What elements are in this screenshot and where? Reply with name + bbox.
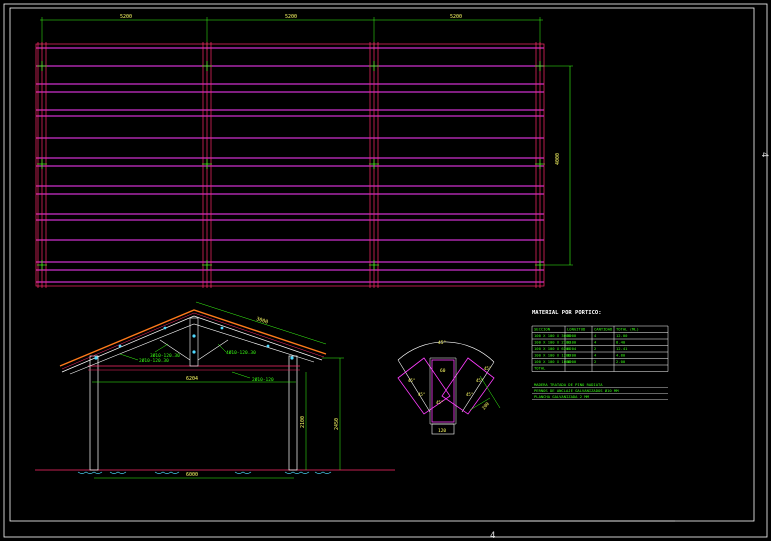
plan-dim-top-1: 5200 (120, 14, 132, 20)
joint-label-a5: 45° (436, 400, 443, 405)
table-cell: 100 X 100 X 3000 (534, 333, 571, 338)
roof-covering (59, 309, 327, 367)
table-cell: 2 (594, 346, 596, 351)
strut-right (197, 339, 229, 361)
rafter-outer (61, 315, 323, 373)
table-header-cell: CANTIDAD (594, 327, 613, 332)
joint-label-a2: 45° (418, 392, 425, 397)
table-cell: 100 X 100 X 1000 (534, 359, 571, 364)
post-right (288, 355, 298, 471)
table-cell: 2100 (567, 340, 577, 345)
rafter-dim: 3000 (255, 316, 268, 325)
table-cell: 4 (594, 353, 597, 358)
tie-dim: 6204 (186, 376, 198, 382)
plan-boundary (35, 43, 545, 287)
table-cell: 2 (594, 359, 596, 364)
plan-dim-right: 4000 (555, 153, 561, 165)
material-notes: MADERA TRATADA DE PINO RADIATAPERNOS DE … (532, 382, 668, 400)
height-dim: 2450 (334, 418, 340, 430)
plan-dim-top-3: 5200 (450, 14, 462, 20)
table-header-cell: TOTAL (ML) (616, 327, 639, 332)
joint-label-a4: 45° (466, 392, 473, 397)
joint-label-a6: 45° (484, 366, 491, 371)
elevation-label-2: 3Ø10-120.30 (150, 352, 180, 359)
material-note: MADERA TRATADA DE PINO RADIATA (534, 382, 603, 387)
material-table: MATERIAL POR PORTICO: SECCION LONGITUD CAN… (531, 310, 669, 400)
joint-plate (429, 357, 457, 425)
table-cell: 3000 (567, 333, 577, 338)
table-cell: 12.00 (616, 333, 628, 338)
plan-beams (37, 42, 545, 288)
plan-dim-top-2: 5200 (285, 14, 297, 20)
post-left (89, 355, 99, 471)
table-header-cell: SECCION (534, 327, 551, 332)
plan-purlins (36, 47, 544, 283)
table-cell: 12.41 (616, 346, 628, 351)
joint-label-a3: 45° (476, 378, 483, 383)
connection-bolts (94, 326, 294, 360)
material-cells: SECCION LONGITUD CANTIDAD TOTAL (ML) 100 X 1… (534, 327, 639, 371)
table-cell: 4 (594, 340, 597, 345)
material-title: MATERIAL POR PORTICO: (532, 310, 602, 316)
table-cell: 2.00 (616, 359, 626, 364)
table-cell: 100 X 100 X 6204 (534, 346, 571, 351)
elevation-label-3: 4Ø10-120.30 (226, 349, 256, 356)
cad-drawing-sheet: 4 4 5200 5200 5200 4000 3000 6204 2450 2… (3, 3, 769, 541)
joint-left-member (397, 357, 451, 415)
sheet-inner-frame (9, 7, 755, 522)
joint-label-angle-top: 45° (438, 340, 446, 346)
corner-mark-right: 4 (759, 152, 769, 157)
ground-hatch (77, 471, 332, 474)
leader-line (231, 371, 251, 379)
base-dim: 6000 (186, 472, 198, 478)
table-cell: 1200 (567, 353, 577, 358)
leader-line (119, 353, 139, 361)
table-cell: 4.80 (616, 353, 626, 358)
table-cell: TOTAL (534, 366, 546, 371)
table-cell: 4 (594, 333, 597, 338)
post-dim: 2100 (300, 416, 306, 428)
table-cell: 6204 (567, 346, 577, 351)
joint-label-60: 60 (440, 368, 446, 374)
table-cell: 8.40 (616, 340, 626, 345)
table-cell: 100 X 100 X 2100 (534, 340, 571, 345)
elevation-label-4: 2Ø10-120 (252, 376, 274, 383)
portico-elevation-view: 3000 6204 2450 2100 6000 2Ø10-120.30 3Ø1… (35, 301, 395, 479)
corner-mark-bottom: 4 (490, 531, 495, 541)
material-note: PERNOS DE ANCLAJE GALVANIZADOS Ø10 MM (534, 388, 619, 393)
table-cell: 100 X 100 X 1200 (534, 353, 571, 358)
roof-covering-line (61, 312, 325, 370)
joint-label-120: 120 (438, 428, 446, 434)
table-cell: 1000 (567, 359, 577, 364)
rafter-inner (69, 323, 315, 375)
leader-line (217, 343, 227, 353)
ridge-joint-detail: 45° 60 200 120 45° 45° 45° 45° 45° 45° (397, 340, 501, 435)
leader-line (154, 343, 169, 353)
roof-plan-view: 5200 5200 5200 4000 (35, 14, 573, 288)
joint-radius (397, 359, 431, 413)
table-header-cell: LONGITUD (567, 327, 586, 332)
joint-label-a1: 45° (408, 378, 415, 383)
material-note: PLANCHA GALVANIZADA 2 MM (534, 394, 590, 399)
